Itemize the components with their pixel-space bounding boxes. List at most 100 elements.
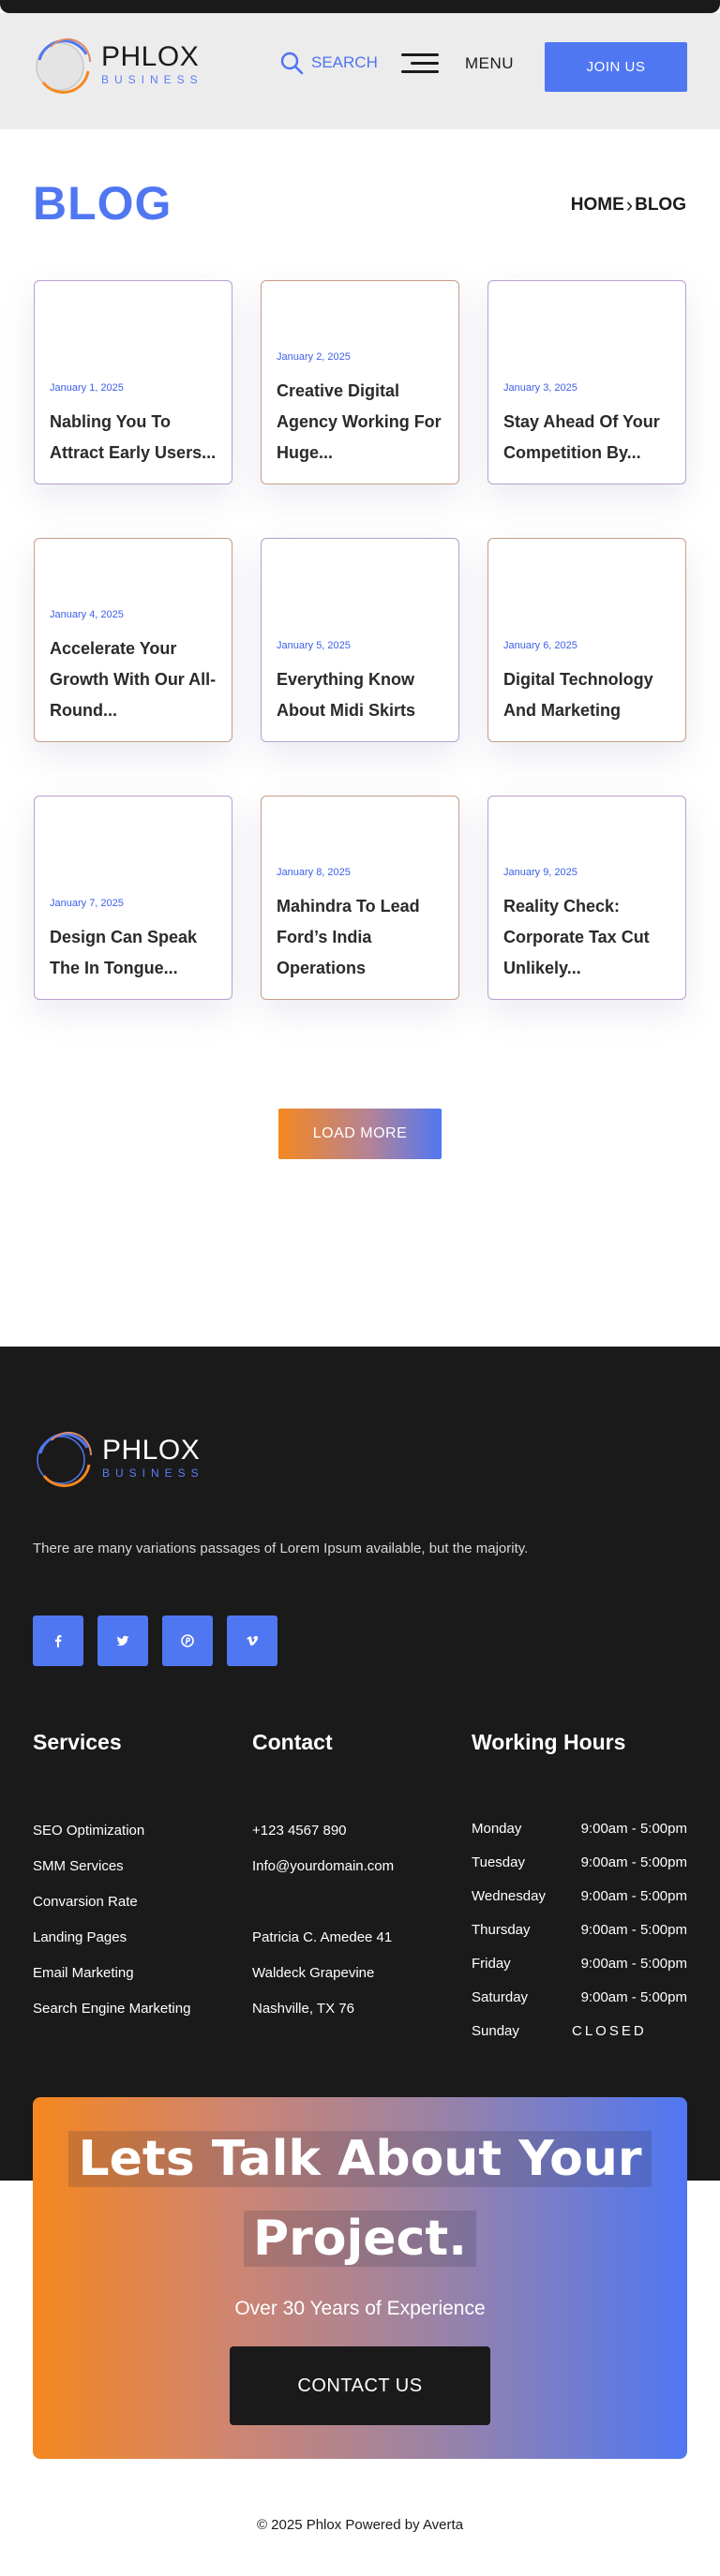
post-title[interactable]: Nabling You To Attract Early Users... [50, 407, 218, 469]
blog-card[interactable]: January 7, 2025 Design Can Speak The In … [34, 796, 232, 1000]
contact-list: +123 4567 890 Info@yourdomain.com Patric… [252, 1813, 394, 2027]
twitter-button[interactable] [98, 1616, 148, 1666]
hours-day: Sunday [472, 2023, 519, 2039]
cta-heading: Lets Talk About Your Project. [33, 2120, 687, 2279]
blog-card[interactable]: January 5, 2025 Everything Know About Mi… [261, 538, 459, 742]
page-title: BLOG [33, 177, 172, 230]
logo-brand: PHLOX [101, 41, 200, 72]
hours-row: Tuesday 9:00am - 5:00pm [472, 1846, 687, 1880]
post-date: January 5, 2025 [277, 640, 351, 651]
join-us-button[interactable]: JOIN US [545, 42, 687, 92]
hours-row: Saturday 9:00am - 5:00pm [472, 1981, 687, 2015]
hours-row: Monday 9:00am - 5:00pm [472, 1812, 687, 1846]
address-line: Waldeck Grapevine [252, 1965, 375, 1981]
blog-card[interactable]: January 1, 2025 Nabling You To Attract E… [34, 280, 232, 484]
facebook-button[interactable] [33, 1616, 83, 1666]
hours-day: Wednesday [472, 1888, 546, 1904]
search-icon [280, 52, 304, 75]
logo-mark-icon [36, 37, 92, 95]
hours-time: 9:00am - 5:00pm [580, 1821, 687, 1837]
hours-time: 9:00am - 5:00pm [580, 1989, 687, 2005]
cta-heading-line: Lets Talk About Your [68, 2131, 652, 2187]
search-button[interactable]: SEARCH [279, 51, 378, 75]
site-header: PHLOX BUSINESS SEARCH MENU JOIN US [0, 13, 720, 129]
hours-time: 9:00am - 5:00pm [580, 1922, 687, 1938]
breadcrumb-current: BLOG [635, 195, 686, 215]
search-label: SEARCH [311, 53, 378, 71]
services-list: SEO Optimization SMM Services Convarsion… [33, 1813, 190, 2027]
logo-mark-icon [37, 1431, 93, 1488]
service-link[interactable]: Convarsion Rate [33, 1884, 190, 1920]
footer-description: There are many variations passages of Lo… [33, 1541, 529, 1556]
vimeo-icon [247, 1635, 259, 1646]
menu-label[interactable]: MENU [465, 54, 514, 73]
hours-time: 9:00am - 5:00pm [580, 1888, 687, 1904]
hours-day: Friday [472, 1956, 511, 1972]
vimeo-button[interactable] [227, 1616, 278, 1666]
contact-phone[interactable]: +123 4567 890 [252, 1813, 394, 1849]
working-hours-list: Monday 9:00am - 5:00pm Tuesday 9:00am - 5:… [472, 1812, 687, 2048]
blog-card[interactable]: January 6, 2025 Digital Technology And M… [488, 538, 686, 742]
post-title[interactable]: Reality Check: Corporate Tax Cut Unlikel… [503, 891, 672, 984]
post-date: January 9, 2025 [503, 867, 578, 878]
post-date: January 4, 2025 [50, 609, 124, 620]
page: PHLOX BUSINESS SEARCH MENU JOIN US BLOG … [0, 0, 720, 2576]
blog-card[interactable]: January 4, 2025 Accelerate Your Growth W… [34, 538, 232, 742]
social-links [33, 1616, 278, 1666]
post-date: January 6, 2025 [503, 640, 578, 651]
hours-time: 9:00am - 5:00pm [580, 1854, 687, 1870]
post-title[interactable]: Digital Technology And Marketing [503, 664, 672, 726]
hours-row: Friday 9:00am - 5:00pm [472, 1947, 687, 1981]
contact-us-button[interactable]: CONTACT US [230, 2346, 490, 2425]
post-date: January 3, 2025 [503, 382, 578, 394]
services-title: Services [33, 1730, 122, 1754]
post-date: January 7, 2025 [50, 898, 124, 909]
blog-card[interactable]: January 3, 2025 Stay Ahead Of Your Compe… [488, 280, 686, 484]
footer-logo[interactable]: PHLOX BUSINESS [33, 1427, 204, 1489]
logo-brand: PHLOX [102, 1435, 201, 1466]
address-line: Nashville, TX 76 [252, 2001, 354, 2017]
copyright: © 2025 Phlox Powered by Averta [256, 2517, 464, 2533]
post-date: January 2, 2025 [277, 351, 351, 363]
hours-day: Saturday [472, 1989, 529, 2005]
blog-card[interactable]: January 8, 2025 Mahindra To Lead Ford’s … [261, 796, 459, 1000]
post-title[interactable]: Design Can Speak The In Tongue... [50, 922, 218, 984]
blog-card[interactable]: January 9, 2025 Reality Check: Corporate… [488, 796, 686, 1000]
hours-row: Sunday CLOSED [472, 2015, 687, 2048]
post-title[interactable]: Creative Digital Agency Working For Huge… [277, 376, 445, 469]
logo-sub: BUSINESS [102, 1467, 204, 1480]
cta-subheading: Over 30 Years of Experience [234, 2298, 486, 2319]
post-title[interactable]: Mahindra To Lead Ford’s India Operations [277, 891, 445, 984]
service-link[interactable]: SEO Optimization [33, 1813, 190, 1849]
post-date: January 8, 2025 [277, 867, 351, 878]
hours-row: Thursday 9:00am - 5:00pm [472, 1913, 687, 1947]
header-logo[interactable]: PHLOX BUSINESS [32, 34, 203, 96]
facebook-icon [55, 1635, 62, 1647]
contact-email[interactable]: Info@yourdomain.com [252, 1849, 394, 1884]
post-title[interactable]: Everything Know About Midi Skirts [277, 664, 445, 726]
contact-title: Contact [252, 1730, 333, 1754]
twitter-icon [116, 1635, 129, 1646]
load-more-button[interactable]: LOAD MORE [278, 1109, 442, 1159]
service-link[interactable]: Search Engine Marketing [33, 1991, 190, 2027]
blog-card[interactable]: January 2, 2025 Creative Digital Agency … [261, 280, 459, 484]
service-link[interactable]: Email Marketing [33, 1956, 190, 1991]
chevron-right-icon: › [625, 193, 634, 216]
hours-time: 9:00am - 5:00pm [580, 1956, 687, 1972]
top-strip [0, 0, 720, 13]
breadcrumb-home[interactable]: HOME [571, 195, 624, 216]
hours-day: Thursday [472, 1922, 531, 1938]
post-title[interactable]: Accelerate Your Growth With Our All-Roun… [50, 633, 218, 726]
cta-heading-line: Project. [243, 2211, 476, 2267]
logo-sub: BUSINESS [101, 73, 203, 86]
service-link[interactable]: SMM Services [33, 1849, 190, 1884]
address-line: Patricia C. Amedee 41 [252, 1929, 393, 1945]
post-title[interactable]: Stay Ahead Of Your Competition By... [503, 407, 672, 469]
hours-closed: CLOSED [572, 2023, 647, 2039]
hours-title: Working Hours [472, 1730, 626, 1754]
service-link[interactable]: Landing Pages [33, 1920, 190, 1956]
pinterest-button[interactable] [162, 1616, 213, 1666]
hamburger-menu-icon[interactable] [401, 51, 439, 75]
post-date: January 1, 2025 [50, 382, 124, 394]
